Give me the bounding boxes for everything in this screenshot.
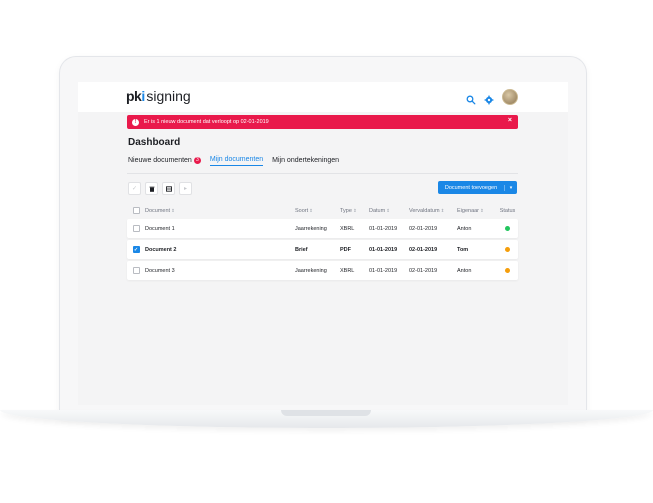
avatar[interactable] [502,89,518,105]
play-button[interactable]: ▸ [179,182,192,195]
document-name[interactable]: Document 3 [145,268,295,274]
play-icon: ▸ [183,186,187,192]
sort-icon: ⇕ [440,207,445,213]
logo-signing: signing [146,88,191,104]
divider [127,173,518,174]
document-name[interactable]: Document 1 [145,226,295,232]
document-type: XBRL [340,225,355,232]
add-document-label: Document toevoegen [444,184,498,191]
sort-icon: ⇕ [352,207,357,213]
tab-nieuwe-documenten[interactable]: Nieuwe documenten 3 [128,156,201,166]
row-checkbox[interactable] [132,267,140,274]
gear-icon[interactable] [484,92,494,105]
tab-mijn-ondertekeningen[interactable]: Mijn ondertekeningen [272,156,339,166]
document-eigenaar: Anton [457,225,472,232]
chevron-down-icon[interactable]: ▾ [504,184,517,191]
alert-text: Er is 1 nieuw document dat verloopt op 0… [144,119,269,125]
document-soort: Brief [295,246,308,253]
check-icon: ✓ [131,186,138,192]
document-soort: Jaarrekening [295,225,327,232]
document-eigenaar: Tom [457,246,469,253]
table-row[interactable]: Document 1 Jaarrekening XBRL 01-01-2019 … [127,219,518,238]
delete-button[interactable] [145,182,158,195]
document-type: XBRL [340,267,355,274]
documents-table: Document⇕ Soort⇕ Type⇕ Datum⇕ Vervaldatu… [127,202,518,282]
count-badge: 3 [193,156,201,164]
document-vervaldatum: 02-01-2019 [409,267,438,274]
alert-icon: ! [132,118,139,126]
table-row[interactable]: ✓ Document 2 Brief PDF 01-01-2019 02-01-… [127,240,518,259]
tab-label: Nieuwe documenten [128,156,192,164]
table-row[interactable]: Document 3 Jaarrekening XBRL 01-01-2019 … [127,261,518,280]
tab-mijn-documenten[interactable]: Mijn documenten [209,156,264,166]
document-name[interactable]: Document 2 [145,247,295,253]
document-type: PDF [340,246,351,253]
add-document-button[interactable]: Document toevoegen ▾ [438,181,517,194]
toolbar: ✓ ▸ [128,182,192,195]
document-datum: 01-01-2019 [369,246,398,253]
row-checkbox[interactable] [132,225,140,232]
document-vervaldatum: 02-01-2019 [409,246,438,253]
column-eigenaar[interactable]: Eigenaar⇕ [457,208,497,214]
laptop-notch [281,410,371,416]
sort-icon: ⇕ [386,207,390,213]
trash-icon [149,186,154,192]
document-soort: Jaarrekening [295,267,327,274]
column-vervaldatum[interactable]: Vervaldatum⇕ [409,208,457,214]
status-dot [505,268,510,273]
tab-label: Mijn documenten [209,156,264,163]
column-status: Status [499,207,516,214]
sort-icon: ⇕ [480,207,484,213]
tabs: Nieuwe documenten 3 Mijn documenten Mijn… [128,156,339,166]
row-checkbox[interactable]: ✓ [132,246,140,253]
app-screen: pki signing ! Er is 1 nieuw document dat … [78,82,568,405]
select-all-checkbox[interactable] [132,207,140,214]
document-eigenaar: Anton [457,267,472,274]
logo-pk: pk [126,88,142,104]
document-datum: 01-01-2019 [369,225,398,232]
status-dot [505,226,510,231]
table-header: Document⇕ Soort⇕ Type⇕ Datum⇕ Vervaldatu… [127,202,518,219]
archive-button[interactable] [162,182,175,195]
page-title: Dashboard [128,137,181,148]
document-vervaldatum: 02-01-2019 [409,225,438,232]
tab-label: Mijn ondertekeningen [272,156,340,164]
column-datum[interactable]: Datum⇕ [369,208,409,214]
close-icon[interactable]: × [508,117,512,124]
status-dot [505,247,510,252]
column-document[interactable]: Document⇕ [145,208,295,214]
sort-icon: ⇕ [171,207,175,213]
sign-button[interactable]: ✓ [128,182,141,195]
app-logo[interactable]: pki signing [126,88,191,104]
app-header: pki signing [78,82,568,112]
column-soort[interactable]: Soort⇕ [295,208,340,214]
alert-banner: ! Er is 1 nieuw document dat verloopt op… [127,115,518,129]
sort-icon: ⇕ [309,207,313,213]
search-icon[interactable] [466,92,476,105]
column-type[interactable]: Type⇕ [340,208,369,214]
archive-icon [165,185,172,192]
document-datum: 01-01-2019 [369,267,398,274]
